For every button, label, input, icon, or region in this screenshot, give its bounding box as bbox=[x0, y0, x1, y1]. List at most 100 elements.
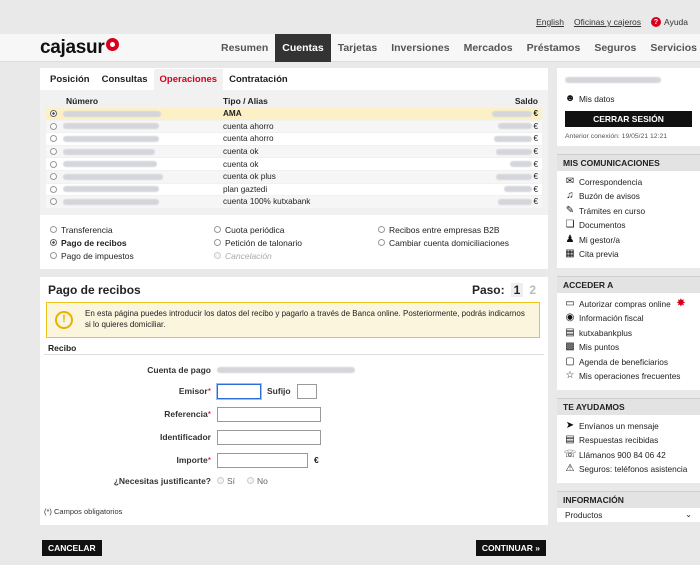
nav-servicios[interactable]: Servicios bbox=[643, 34, 700, 62]
importe-input[interactable] bbox=[217, 452, 308, 468]
mis-datos-link[interactable]: ☻ Mis datos bbox=[557, 92, 700, 107]
user-name bbox=[565, 77, 661, 83]
nav-mercados[interactable]: Mercados bbox=[457, 34, 520, 62]
operation-radio[interactable] bbox=[214, 226, 221, 234]
sidebar-item[interactable]: ♫ Buzón de avisos bbox=[557, 189, 700, 204]
nav-seguros[interactable]: Seguros bbox=[587, 34, 643, 62]
sidebar-item[interactable]: ▢ Agenda de beneficiarios bbox=[557, 355, 700, 370]
justificante-label: ¿Necesitas justificante? bbox=[113, 475, 211, 486]
emisor-input[interactable] bbox=[217, 383, 261, 399]
warning-icon: ⚠ bbox=[565, 463, 575, 475]
table-row[interactable]: cuenta ok € bbox=[46, 158, 542, 171]
productos-item[interactable]: Productos ⌄ bbox=[557, 508, 700, 523]
account-number bbox=[63, 123, 159, 130]
piggy-icon: ◉ bbox=[565, 312, 575, 324]
sidebar-item[interactable]: ⚠ Seguros: teléfonos asistencia bbox=[557, 462, 700, 477]
operation-option[interactable]: Pago de recibos bbox=[50, 238, 214, 248]
nav-resumen[interactable]: Resumen bbox=[214, 34, 275, 62]
tab-contratacion[interactable]: Contratación bbox=[223, 74, 294, 90]
operation-radio[interactable] bbox=[214, 239, 221, 247]
account-radio[interactable] bbox=[50, 160, 57, 168]
nav-tarjetas[interactable]: Tarjetas bbox=[331, 34, 385, 62]
sidebar-item[interactable]: ▤ Respuestas recibidas bbox=[557, 433, 700, 448]
reply-icon: ▤ bbox=[565, 434, 575, 446]
account-number bbox=[63, 173, 163, 180]
account-balance bbox=[498, 123, 533, 130]
account-radio[interactable] bbox=[50, 185, 57, 193]
operation-option[interactable]: Transferencia bbox=[50, 225, 214, 235]
account-radio[interactable] bbox=[50, 173, 57, 181]
table-row[interactable]: cuenta ok € bbox=[46, 145, 542, 159]
operation-radio[interactable] bbox=[378, 239, 385, 247]
justificante-no-radio[interactable] bbox=[247, 477, 255, 485]
sidebar-item[interactable]: ▤ kutxabankplus bbox=[557, 326, 700, 341]
nav-prestamos[interactable]: Préstamos bbox=[520, 34, 588, 62]
tab-posicion[interactable]: Posición bbox=[44, 74, 96, 90]
ayudamos-title: TE AYUDAMOS bbox=[557, 397, 700, 415]
phone-icon: ☏ bbox=[563, 448, 577, 460]
logout-button[interactable]: CERRAR SESIÓN bbox=[565, 110, 692, 127]
account-radio[interactable] bbox=[50, 122, 57, 130]
operation-radio[interactable] bbox=[50, 252, 57, 260]
sidebar-item[interactable]: ◉ Información fiscal bbox=[557, 311, 700, 326]
account-balance bbox=[496, 173, 533, 180]
operation-label: Pago de recibos bbox=[61, 237, 127, 248]
operation-option[interactable]: Cuota periódica bbox=[214, 225, 378, 235]
table-row[interactable]: cuenta ok plus € bbox=[46, 170, 542, 184]
operation-label: Pago de impuestos bbox=[61, 250, 134, 261]
continue-button[interactable]: CONTINUAR » bbox=[475, 540, 546, 556]
operation-radio bbox=[214, 252, 221, 260]
table-row[interactable]: cuenta ahorro € bbox=[46, 133, 542, 146]
english-link[interactable]: English bbox=[536, 17, 564, 27]
identificador-input[interactable] bbox=[217, 429, 321, 445]
oficinas-link[interactable]: Oficinas y cajeros bbox=[574, 17, 641, 27]
mis-datos-label: Mis datos bbox=[579, 94, 615, 105]
justificante-si-radio[interactable] bbox=[217, 477, 224, 485]
sidebar-item-label: Trámites en curso bbox=[579, 205, 646, 216]
sidebar-item[interactable]: ➤ Envíanos un mensaje bbox=[557, 419, 700, 434]
operation-radio[interactable] bbox=[50, 239, 57, 247]
sidebar-item[interactable]: ✎ Trámites en curso bbox=[557, 204, 700, 219]
tab-consultas[interactable]: Consultas bbox=[96, 74, 154, 90]
sidebar-item[interactable]: ✉ Correspondencia bbox=[557, 175, 700, 190]
accounts-rows: AMA € cuenta ahorro € cuenta ahorro € cuenta o… bbox=[46, 108, 542, 209]
account-alias: cuenta ok bbox=[223, 159, 259, 169]
sidebar-item[interactable]: ▩ Mis puntos bbox=[557, 340, 700, 355]
help-icon: ? bbox=[651, 17, 662, 27]
sidebar-item[interactable]: ♟ Mi gestor/a bbox=[557, 233, 700, 248]
sidebar-item-label: Envíanos un mensaje bbox=[579, 420, 659, 431]
operation-option[interactable]: Petición de talonario bbox=[214, 238, 378, 248]
sidebar-item[interactable]: ☏ Llámanos 900 84 06 42 bbox=[557, 448, 700, 463]
currency-symbol: € bbox=[533, 172, 538, 182]
operation-option[interactable]: Pago de impuestos bbox=[50, 251, 214, 261]
nav-cuentas[interactable]: Cuentas bbox=[275, 34, 331, 62]
tab-operaciones[interactable]: Operaciones bbox=[153, 69, 224, 90]
account-radio[interactable] bbox=[50, 198, 57, 206]
sidebar-item[interactable]: ▭ Autorizar compras online ✸ bbox=[557, 297, 700, 312]
brand-logo[interactable]: cajasur bbox=[40, 37, 120, 59]
table-row[interactable]: cuenta 100% kutxabank € bbox=[46, 196, 542, 209]
sidebar-item[interactable]: ❏ Documentos bbox=[557, 218, 700, 233]
sidebar-item[interactable]: ▦ Cita previa bbox=[557, 247, 700, 262]
account-alias: cuenta ok plus bbox=[223, 172, 276, 182]
nav-inversiones[interactable]: Inversiones bbox=[384, 34, 456, 62]
operation-option[interactable]: Cambiar cuenta domiciliaciones bbox=[378, 238, 548, 248]
cancel-button[interactable]: CANCELAR bbox=[42, 540, 102, 556]
help-link[interactable]: ? Ayuda bbox=[651, 17, 688, 27]
operation-radio[interactable] bbox=[378, 226, 385, 234]
account-radio[interactable] bbox=[50, 110, 57, 118]
account-radio[interactable] bbox=[50, 135, 57, 143]
account-alias: cuenta ahorro bbox=[223, 121, 274, 131]
emisor-row: Emisor* Sufijo bbox=[40, 383, 317, 399]
operation-option[interactable]: Recibos entre empresas B2B bbox=[378, 225, 548, 235]
account-radio[interactable] bbox=[50, 148, 57, 156]
operation-radio[interactable] bbox=[50, 226, 57, 234]
sufijo-input[interactable] bbox=[296, 383, 317, 399]
table-row[interactable]: plan gaztedi € bbox=[46, 183, 542, 197]
referencia-input[interactable] bbox=[217, 406, 321, 422]
sidebar-item[interactable]: ☆ Mis operaciones frecuentes bbox=[557, 369, 700, 384]
table-row[interactable]: cuenta ahorro € bbox=[46, 120, 542, 134]
card-icon: ▭ bbox=[565, 297, 575, 309]
table-row[interactable]: AMA € bbox=[46, 108, 542, 121]
account-alias: cuenta ok bbox=[223, 147, 259, 157]
